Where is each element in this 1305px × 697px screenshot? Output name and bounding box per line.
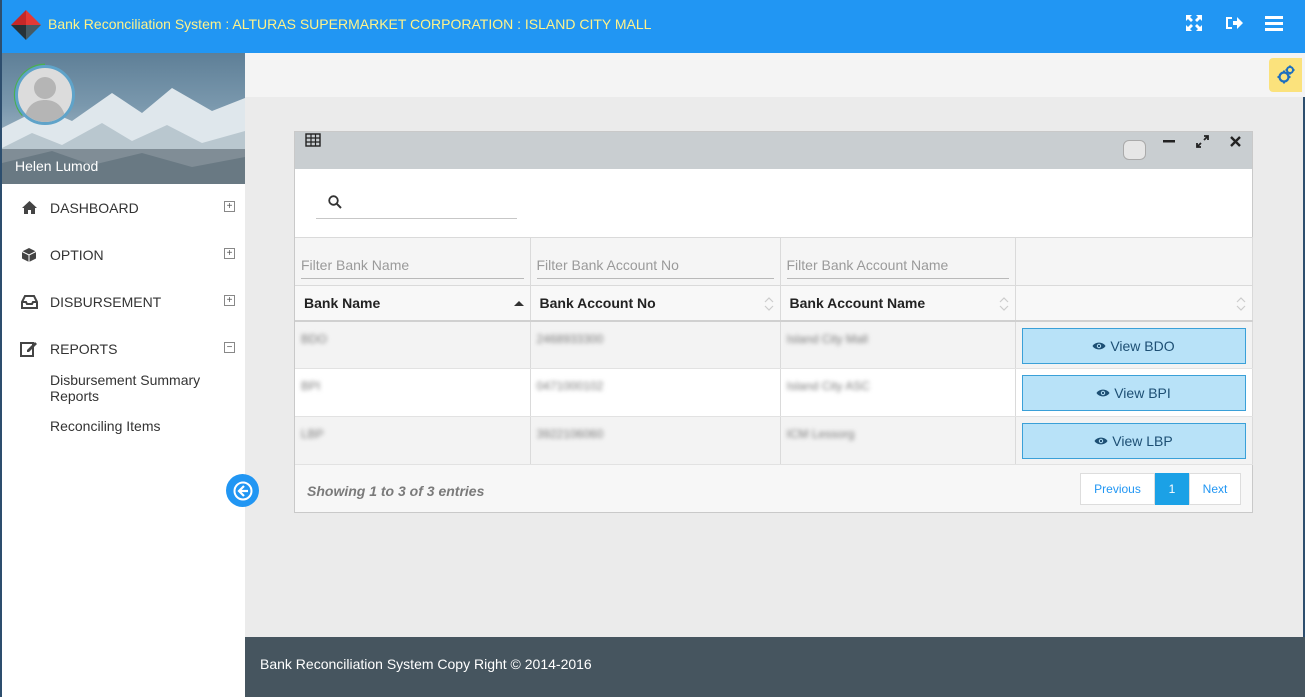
filter-row xyxy=(295,237,1253,286)
inbox-icon xyxy=(19,292,39,312)
cell-bank-name: LBP xyxy=(301,427,324,441)
menu-icon[interactable] xyxy=(1263,12,1285,34)
cell-account-name: Island City ASC xyxy=(786,379,870,393)
sidebar-menu: DASHBOARD + OPTION + DISBURSEMENT + REPO… xyxy=(2,184,245,372)
table-row: BPI 0471000102 Island City ASC View BPI xyxy=(295,368,1253,417)
cell-account-no: 2468933300 xyxy=(536,331,604,346)
column-header-label: Bank Account No xyxy=(539,294,656,311)
logout-icon[interactable] xyxy=(1223,12,1245,34)
view-bdo-button[interactable]: View BDO xyxy=(1021,327,1246,364)
page-footer: Bank Reconciliation System Copy Right © … xyxy=(245,637,1305,697)
column-header-bank-name[interactable]: Bank Name xyxy=(295,285,531,322)
sidebar-item-label: DISBURSEMENT xyxy=(50,293,162,310)
filter-bank-name-input[interactable] xyxy=(301,252,524,279)
collapse-sidebar-button[interactable] xyxy=(226,474,259,507)
panel-toggle[interactable] xyxy=(1123,140,1146,160)
eye-icon xyxy=(1096,389,1110,397)
home-icon xyxy=(19,198,39,218)
sidebar-item-reports[interactable]: REPORTS − xyxy=(2,325,245,372)
pagination: Previous 1 Next xyxy=(1080,473,1241,505)
table-row: BDO 2468933300 Island City Mall View BDO xyxy=(295,320,1253,369)
table-header-row: Bank Name Bank Account No Bank Account N… xyxy=(295,285,1253,322)
view-button-label: View LBP xyxy=(1112,433,1173,449)
filter-bank-account-name-input[interactable] xyxy=(786,252,1009,279)
column-header-label: Bank Account Name xyxy=(789,294,926,311)
cell-account-no: 0471000102 xyxy=(536,379,604,393)
arrow-left-circle-icon xyxy=(233,481,252,500)
column-header-bank-account-no[interactable]: Bank Account No xyxy=(530,285,781,322)
bank-accounts-table: Bank Name Bank Account No Bank Account N… xyxy=(295,237,1253,465)
sort-both-icon xyxy=(999,296,1009,315)
cell-account-name: ICM Lessorg xyxy=(786,427,855,441)
sidebar-item-label: REPORTS xyxy=(50,340,118,357)
sidebar-item-option[interactable]: OPTION + xyxy=(2,231,245,278)
sidebar: Helen Lumod DASHBOARD + OPTION + DISBURS… xyxy=(2,53,245,697)
copyright-text: Bank Reconciliation System Copy Right © … xyxy=(260,656,592,672)
content-toolbar xyxy=(245,53,1305,97)
edit-icon xyxy=(19,339,39,359)
cell-account-name: Island City Mall xyxy=(786,331,868,346)
sort-asc-icon xyxy=(513,296,524,312)
previous-page-button[interactable]: Previous xyxy=(1080,473,1155,505)
sidebar-item-label: OPTION xyxy=(50,246,104,263)
view-button-label: View BDO xyxy=(1110,337,1175,354)
entries-info: Showing 1 to 3 of 3 entries xyxy=(307,483,485,499)
next-page-button[interactable]: Next xyxy=(1189,473,1241,505)
sidebar-item-disbursement[interactable]: DISBURSEMENT + xyxy=(2,278,245,325)
table-footer: Showing 1 to 3 of 3 entries Previous 1 N… xyxy=(295,465,1252,514)
top-header: Bank Reconciliation System : ALTURAS SUP… xyxy=(2,0,1305,53)
expand-icon[interactable] xyxy=(1193,132,1211,150)
table-icon xyxy=(305,133,321,152)
column-header-bank-account-name[interactable]: Bank Account Name xyxy=(780,285,1016,322)
fullscreen-icon[interactable] xyxy=(1183,12,1205,34)
app-title: Bank Reconciliation System : ALTURAS SUP… xyxy=(48,16,652,32)
sort-both-icon xyxy=(1236,296,1246,315)
cell-account-no: 3922106060 xyxy=(536,427,604,441)
reports-submenu: Disbursement Summary Reports Reconciling… xyxy=(2,372,245,434)
cell-bank-name: BPI xyxy=(301,379,321,393)
search-field xyxy=(316,187,517,219)
eye-icon xyxy=(1092,342,1106,349)
submenu-item-disbursement-summary[interactable]: Disbursement Summary Reports xyxy=(50,372,220,404)
close-icon[interactable] xyxy=(1226,132,1244,150)
column-header-action[interactable] xyxy=(1015,285,1253,322)
sort-both-icon xyxy=(764,296,774,315)
search-bar xyxy=(295,169,1252,237)
avatar[interactable] xyxy=(15,65,75,125)
cell-bank-name: BDO xyxy=(301,331,328,346)
sidebar-item-label: DASHBOARD xyxy=(50,199,139,216)
table-row: LBP 3922106060 ICM Lessorg View LBP xyxy=(295,416,1253,465)
expand-icon[interactable]: + xyxy=(224,295,235,306)
eye-icon xyxy=(1094,437,1108,445)
gears-icon xyxy=(1277,65,1294,84)
user-name: Helen Lumod xyxy=(15,158,99,174)
submenu-item-reconciling-items[interactable]: Reconciling Items xyxy=(50,418,220,434)
profile-banner: Helen Lumod xyxy=(2,53,245,184)
cube-icon xyxy=(19,245,39,265)
bank-accounts-panel: Bank Name Bank Account No Bank Account N… xyxy=(294,131,1253,513)
settings-button[interactable] xyxy=(1269,58,1302,92)
minimize-icon[interactable] xyxy=(1160,132,1178,150)
search-input[interactable] xyxy=(352,191,512,215)
view-lbp-button[interactable]: View LBP xyxy=(1021,423,1246,459)
expand-icon[interactable]: + xyxy=(224,248,235,259)
filter-bank-account-no-input[interactable] xyxy=(536,252,774,279)
view-bpi-button[interactable]: View BPI xyxy=(1021,375,1246,411)
sidebar-item-dashboard[interactable]: DASHBOARD + xyxy=(2,184,245,231)
page-1-button[interactable]: 1 xyxy=(1155,473,1189,505)
expand-icon[interactable]: + xyxy=(224,201,235,212)
app-logo-icon xyxy=(11,10,41,40)
collapse-icon[interactable]: − xyxy=(224,342,235,353)
search-icon xyxy=(328,195,342,214)
view-button-label: View BPI xyxy=(1114,385,1171,401)
column-header-label: Bank Name xyxy=(304,294,381,311)
panel-header xyxy=(295,132,1252,169)
